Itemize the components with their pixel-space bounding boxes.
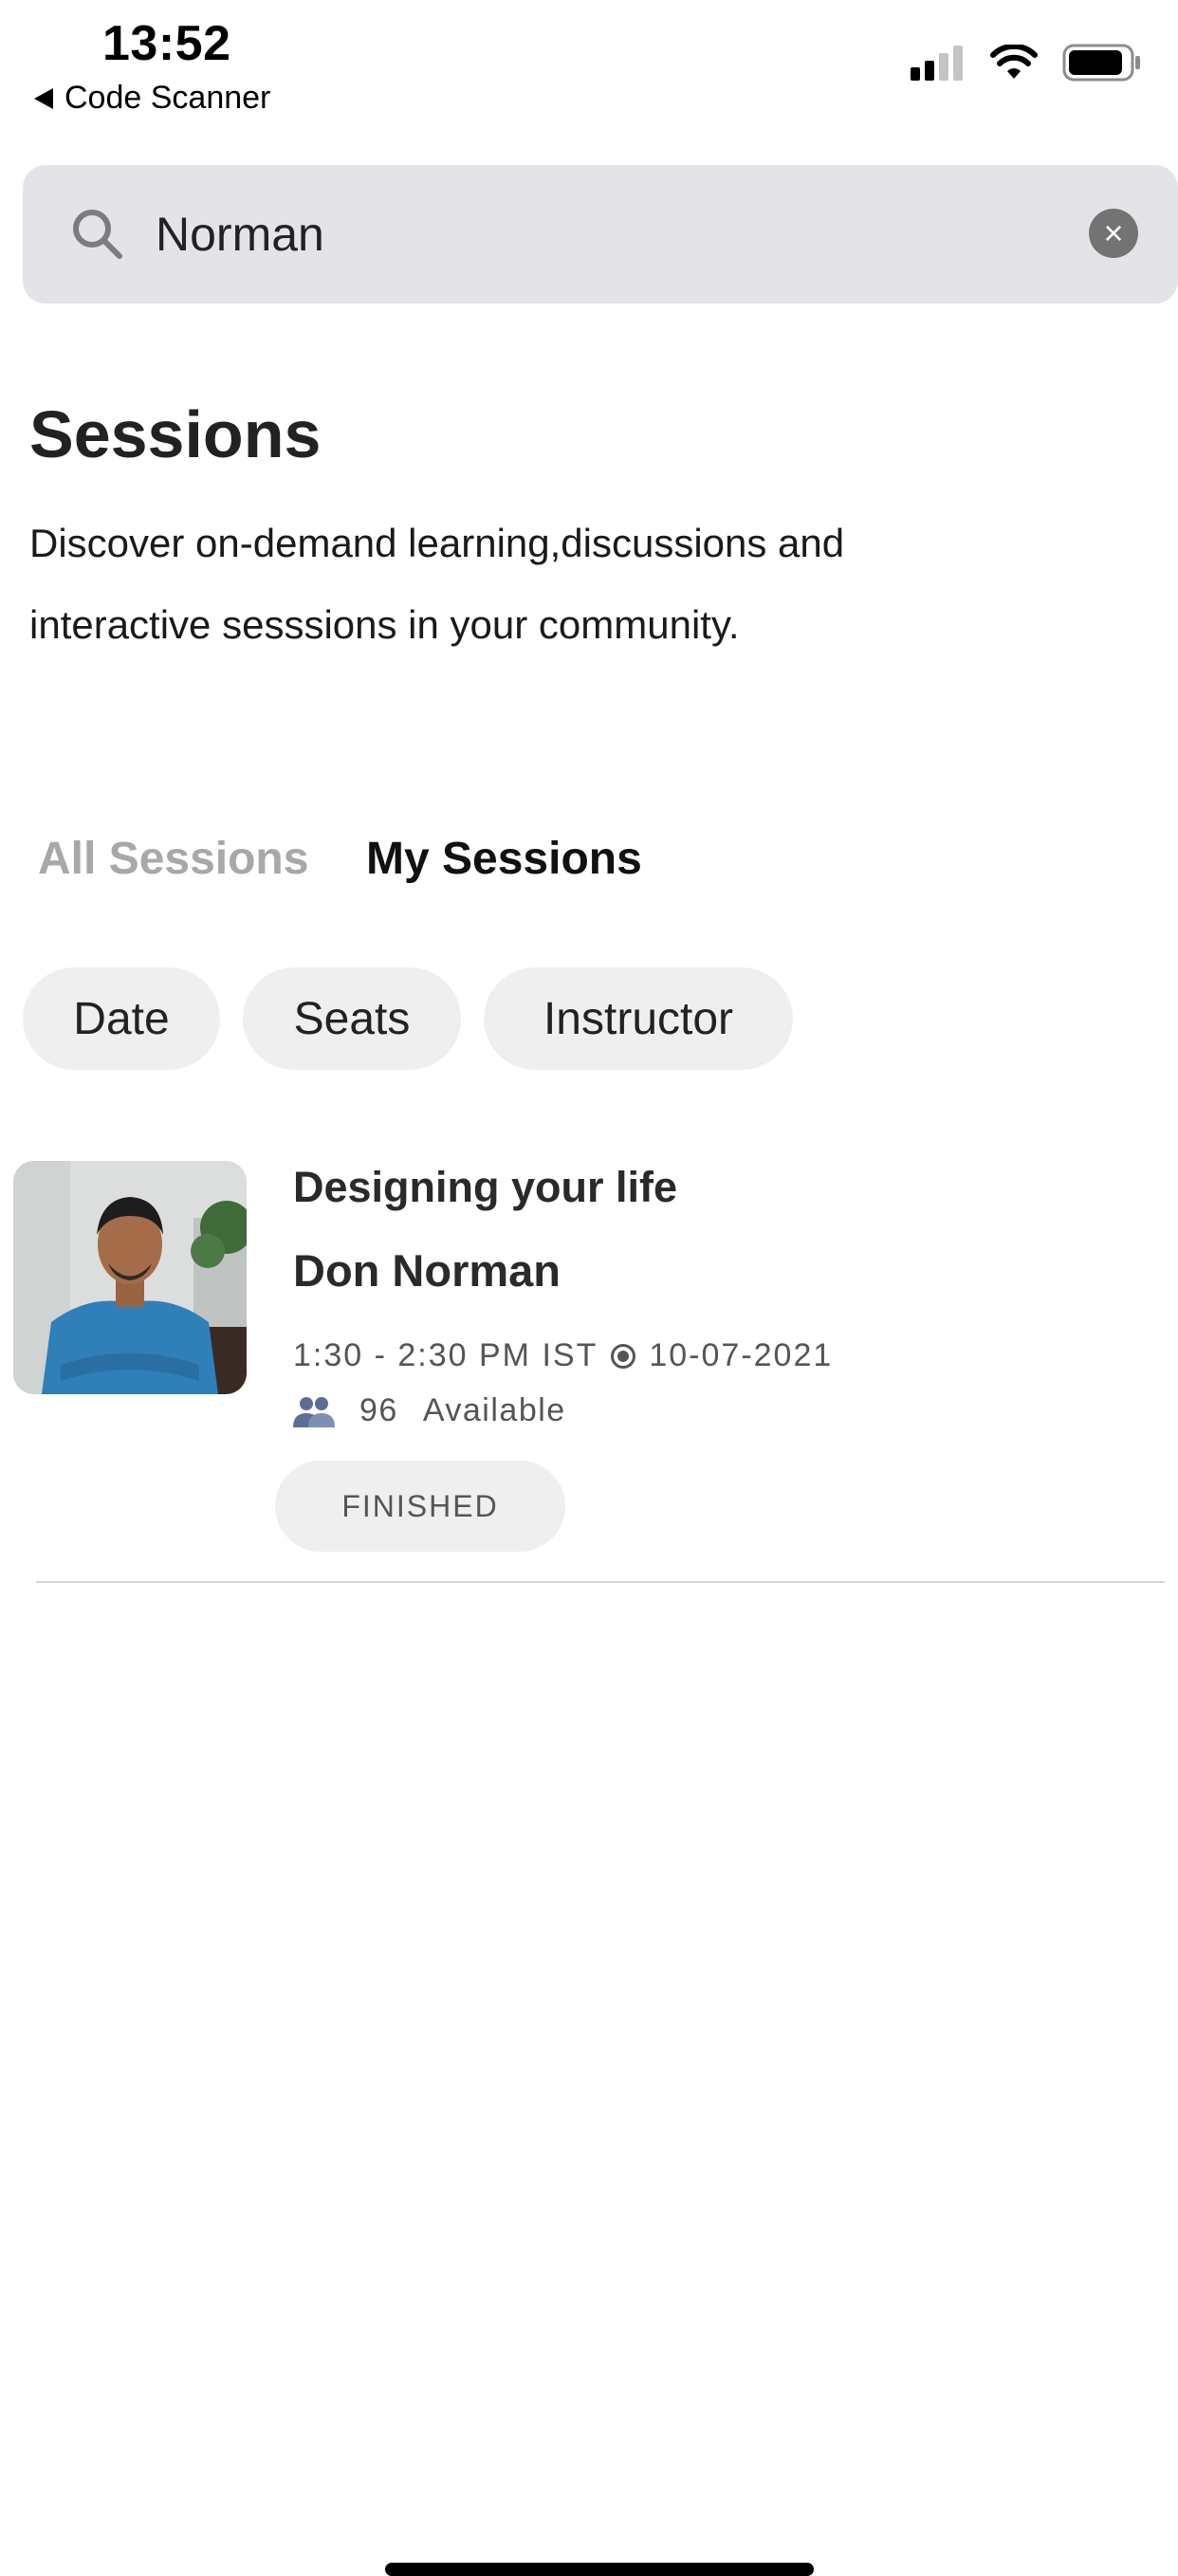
- instructor-avatar[interactable]: [13, 1161, 247, 1394]
- status-icons: [911, 44, 1142, 82]
- tab-my-sessions[interactable]: My Sessions: [366, 833, 642, 885]
- wifi-icon: [990, 45, 1038, 79]
- home-indicator[interactable]: [385, 2563, 814, 2576]
- status-badge: FINISHED: [275, 1461, 565, 1552]
- session-title[interactable]: Designing your life: [293, 1163, 677, 1212]
- session-time: 1:30 - 2:30 PM IST: [293, 1337, 598, 1373]
- session-schedule: 1:30 - 2:30 PM IST 10-07-2021: [293, 1337, 833, 1374]
- close-icon: ×: [1103, 213, 1124, 252]
- search-icon: [73, 210, 122, 259]
- page-title: Sessions: [29, 397, 322, 471]
- session-instructor: Don Norman: [293, 1245, 561, 1296]
- tab-all-sessions[interactable]: All Sessions: [38, 833, 308, 885]
- page-description: Discover on-demand learning,discussions …: [29, 521, 845, 647]
- radio-dot-icon: [611, 1343, 636, 1369]
- status-time: 13:52: [102, 16, 231, 71]
- battery-icon: [1062, 44, 1140, 82]
- filter-chip-date[interactable]: Date: [23, 967, 220, 1070]
- seats-count: 96: [359, 1392, 398, 1428]
- filter-chip-instructor[interactable]: Instructor: [484, 967, 793, 1070]
- instructor-photo: [13, 1161, 247, 1394]
- session-date: 10-07-2021: [649, 1337, 834, 1373]
- search-input[interactable]: [156, 192, 1085, 277]
- session-seats: 96 Available: [293, 1392, 566, 1429]
- people-icon: [293, 1396, 335, 1427]
- seats-label: Available: [422, 1392, 566, 1428]
- back-link-label: Code Scanner: [64, 80, 271, 116]
- clear-search-button[interactable]: ×: [1089, 209, 1138, 258]
- back-to-app-link[interactable]: Code Scanner: [34, 80, 270, 117]
- filter-chip-seats[interactable]: Seats: [243, 967, 461, 1070]
- divider: [36, 1581, 1165, 1583]
- cellular-signal-icon: [911, 46, 963, 81]
- back-caret-icon: [34, 87, 53, 109]
- search-bar: ×: [23, 165, 1178, 304]
